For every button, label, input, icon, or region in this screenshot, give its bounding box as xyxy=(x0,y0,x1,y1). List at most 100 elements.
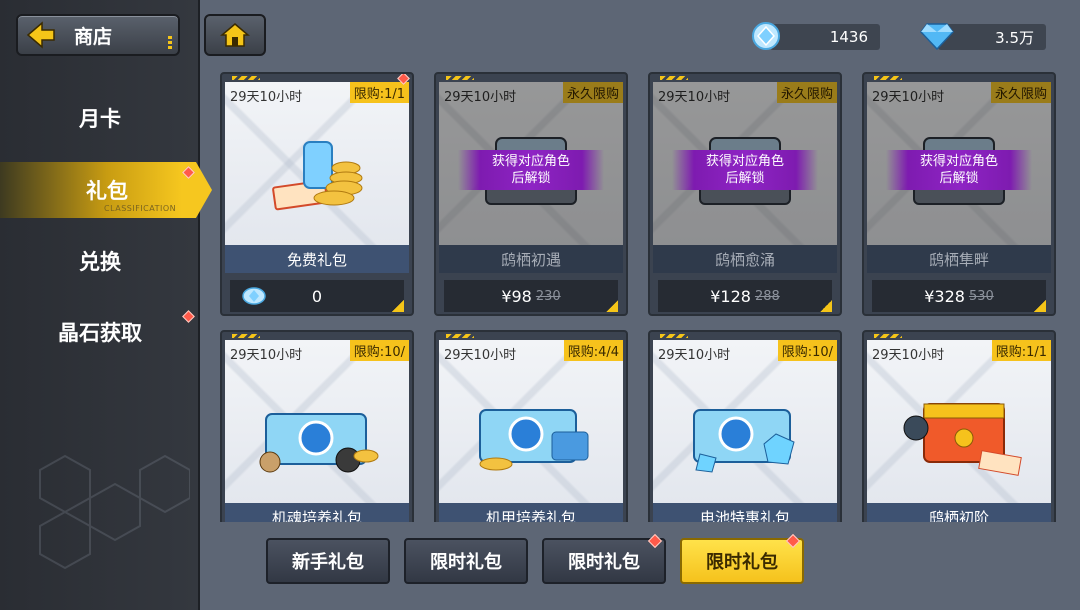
gift-pack-card[interactable]: 29天10小时 限购:1/1 鸱栖初阶 xyxy=(862,330,1056,522)
card-name-text: 鸱栖初遇 xyxy=(500,250,561,269)
original-price: 530 xyxy=(968,288,994,304)
purchase-limit-badge: 永久限购 xyxy=(562,82,623,103)
tech-chest-icon xyxy=(479,409,589,471)
price-button[interactable]: ¥328 530 xyxy=(872,280,1046,312)
crystal-icon xyxy=(752,22,780,50)
hex-pattern-decoration xyxy=(39,454,190,570)
tab-label: 限时礼包 xyxy=(430,552,502,573)
notification-dot-icon xyxy=(785,533,801,549)
stripe-decoration xyxy=(660,334,688,338)
stripe-decoration xyxy=(446,76,474,80)
lock-notice: 获得对应角色 后解锁 xyxy=(672,150,818,190)
corner-decoration xyxy=(392,300,404,312)
price-value: ¥328 xyxy=(924,286,965,306)
original-price: 288 xyxy=(754,288,780,304)
sidebar-item-label: 礼包 xyxy=(86,179,128,203)
sidebar-item-crystal[interactable]: 晶石获取 xyxy=(0,304,200,360)
original-price: 230 xyxy=(535,288,561,304)
gift-pack-card[interactable]: 29天10小时 限购:10/ 电池特惠礼包 xyxy=(648,330,842,522)
gift-pack-card[interactable]: 29天10小时 限购:1/1 免费礼包 0 xyxy=(220,72,414,316)
card-timer: 29天10小时 xyxy=(658,348,731,363)
card-name: 鸱栖初遇 xyxy=(439,245,623,273)
purchase-limit-badge: 限购:10/ xyxy=(777,340,837,361)
corner-decoration xyxy=(820,300,832,312)
gift-pack-grid: 29天10小时 限购:1/1 免费礼包 0 29天10小时 永久限购 获得对应角… xyxy=(220,72,1058,522)
lock-notice: 获得对应角色 后解锁 xyxy=(458,150,604,190)
stripe-decoration xyxy=(446,334,474,338)
gift-pack-card[interactable]: 29天10小时 永久限购 获得对应角色 后解锁 鸱栖隼畔 ¥328 530 xyxy=(862,72,1056,316)
sidebar-item-label: 晶石获取 xyxy=(58,321,142,345)
card-name: 机魂培养礼包 xyxy=(225,503,409,522)
diamond-counter[interactable]: 3.5万 xyxy=(938,24,1046,50)
tab-limited-pack-2[interactable]: 限时礼包 xyxy=(542,533,666,584)
price-value: ¥98 xyxy=(501,286,532,306)
card-name: 电池特惠礼包 xyxy=(653,503,837,522)
grip-decoration xyxy=(168,36,172,50)
gift-pack-card[interactable]: 29天10小时 限购:10/ 机魂培养礼包 xyxy=(220,330,414,522)
sidebar-item-exchange[interactable]: 兑换 xyxy=(0,233,200,289)
price-button[interactable]: ¥98 230 xyxy=(444,280,618,312)
card-name-text: 鸱栖隼畔 xyxy=(928,250,989,269)
stripe-decoration xyxy=(232,76,260,80)
price-button[interactable]: ¥128 288 xyxy=(658,280,832,312)
sidebar-item-label: 兑换 xyxy=(79,250,121,274)
shop-title: 商店 xyxy=(74,25,113,48)
card-name-text: 机甲培养礼包 xyxy=(485,508,576,523)
purchase-limit-badge: 永久限购 xyxy=(776,82,837,103)
tab-newbie-pack[interactable]: 新手礼包 xyxy=(266,538,390,584)
tab-label: 新手礼包 xyxy=(292,552,364,573)
crystal-count: 1436 xyxy=(829,28,868,46)
purchase-limit-badge: 限购:1/1 xyxy=(991,340,1051,361)
tab-limited-pack-1[interactable]: 限时礼包 xyxy=(404,538,528,584)
card-name-text: 鸱栖愈涌 xyxy=(714,250,775,269)
price-button[interactable]: 0 xyxy=(230,280,404,312)
card-timer: 29天10小时 xyxy=(230,90,303,105)
stripe-decoration xyxy=(874,334,902,338)
sidebar-item-label: 月卡 xyxy=(79,107,121,131)
card-timer: 29天10小时 xyxy=(444,90,517,105)
card-name-text: 鸱栖初阶 xyxy=(928,508,989,523)
card-timer: 29天10小时 xyxy=(230,348,303,363)
crystal-counter[interactable]: 1436 xyxy=(770,24,880,50)
card-name-text: 免费礼包 xyxy=(286,250,347,269)
home-button[interactable] xyxy=(204,14,266,56)
sidebar-item-subtitle: CLASSIFICATION xyxy=(104,204,177,213)
back-arrow-icon xyxy=(18,18,62,52)
sidebar-item-monthly-card[interactable]: 月卡 xyxy=(0,90,200,146)
sidebar-item-gift-pack[interactable]: 礼包 CLASSIFICATION xyxy=(0,162,212,218)
back-button[interactable]: 商店 xyxy=(16,14,180,56)
purchase-limit-badge: 永久限购 xyxy=(990,82,1051,103)
card-name: 鸱栖隼畔 xyxy=(867,245,1051,273)
stripe-decoration xyxy=(232,334,260,338)
crystal-icon xyxy=(242,287,266,305)
purchase-limit-badge: 限购:10/ xyxy=(349,340,409,361)
battery-chest-icon xyxy=(693,409,795,473)
tech-chest-icon xyxy=(259,413,379,473)
tab-label: 限时礼包 xyxy=(706,552,778,573)
stripe-decoration xyxy=(660,76,688,80)
purchase-limit-badge: 限购:4/4 xyxy=(563,340,623,361)
card-name: 鸱栖愈涌 xyxy=(653,245,837,273)
corner-decoration xyxy=(606,300,618,312)
card-timer: 29天10小时 xyxy=(444,348,517,363)
card-name-text: 机魂培养礼包 xyxy=(271,508,362,523)
card-name-text: 电池特惠礼包 xyxy=(699,508,790,523)
card-name: 鸱栖初阶 xyxy=(867,503,1051,522)
gift-pack-card[interactable]: 29天10小时 永久限购 获得对应角色 后解锁 鸱栖愈涌 ¥128 288 xyxy=(648,72,842,316)
card-name: 免费礼包 xyxy=(225,245,409,273)
diamond-count: 3.5万 xyxy=(995,28,1034,47)
card-name: 机甲培养礼包 xyxy=(439,503,623,522)
notification-dot-icon xyxy=(182,166,195,179)
price-value: ¥128 xyxy=(710,286,751,306)
purchase-limit-badge: 限购:1/1 xyxy=(349,82,409,103)
gift-pack-card[interactable]: 29天10小时 限购:4/4 机甲培养礼包 xyxy=(434,330,628,522)
price-value: 0 xyxy=(311,286,323,306)
stripe-decoration xyxy=(874,76,902,80)
notification-dot-icon xyxy=(647,533,663,549)
lock-notice: 获得对应角色 后解锁 xyxy=(886,150,1032,190)
gift-pack-card[interactable]: 29天10小时 永久限购 获得对应角色 后解锁 鸱栖初遇 ¥98 230 xyxy=(434,72,628,316)
card-timer: 29天10小时 xyxy=(658,90,731,105)
diamond-icon xyxy=(920,23,954,51)
tab-limited-pack-3[interactable]: 限时礼包 xyxy=(680,533,804,584)
home-icon xyxy=(220,23,250,47)
